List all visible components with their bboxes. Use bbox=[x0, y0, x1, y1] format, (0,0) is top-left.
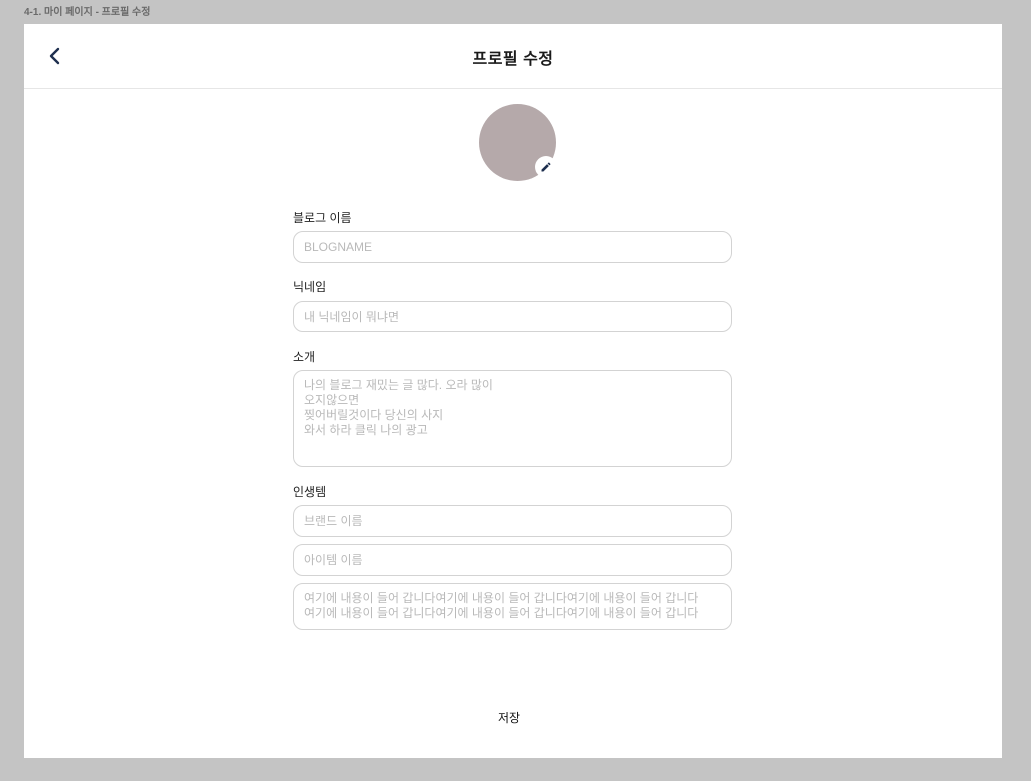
frame-label: 4-1. 마이 페이지 - 프로필 수정 bbox=[24, 7, 151, 18]
edit-avatar-button[interactable] bbox=[535, 156, 557, 178]
avatar-container bbox=[479, 104, 557, 182]
item-name-input[interactable] bbox=[293, 544, 732, 576]
nickname-input[interactable] bbox=[293, 301, 732, 332]
page-title: 프로필 수정 bbox=[472, 51, 554, 68]
blog-name-label: 블로그 이름 bbox=[293, 211, 352, 225]
header: 프로필 수정 bbox=[24, 24, 1002, 89]
blog-name-input[interactable] bbox=[293, 231, 732, 263]
pencil-icon bbox=[541, 162, 551, 172]
profile-edit-page: 프로필 수정 블로그 이름 닉네임 소개 인생템 저장 bbox=[24, 24, 1002, 758]
life-item-label: 인생템 bbox=[293, 485, 327, 499]
intro-textarea[interactable] bbox=[293, 370, 732, 467]
save-button[interactable]: 저장 bbox=[484, 708, 534, 726]
intro-label: 소개 bbox=[293, 350, 316, 364]
brand-name-input[interactable] bbox=[293, 505, 732, 537]
item-description-textarea[interactable] bbox=[293, 583, 732, 630]
nickname-label: 닉네임 bbox=[293, 280, 327, 294]
